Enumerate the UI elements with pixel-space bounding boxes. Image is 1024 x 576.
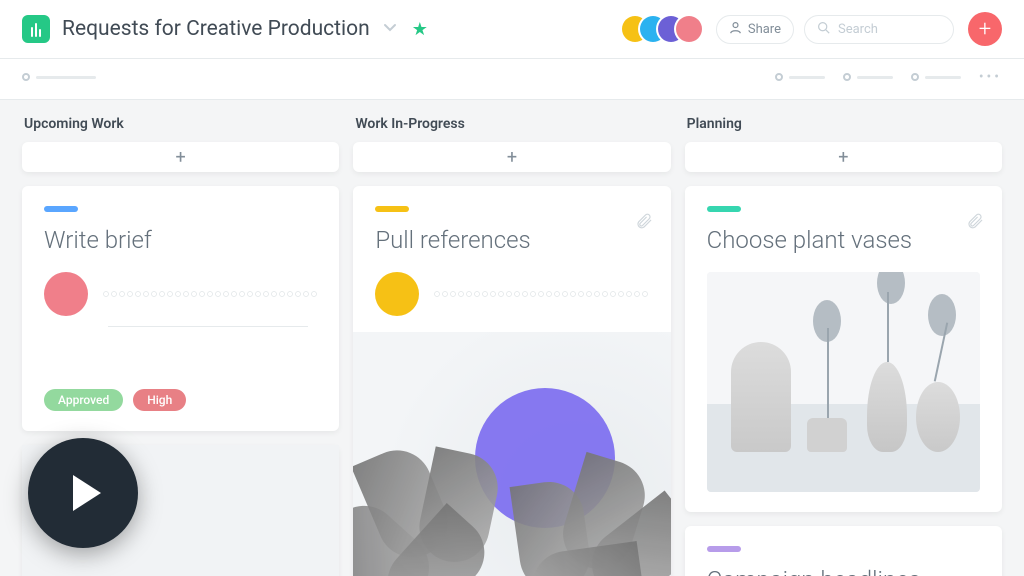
placeholder-line — [433, 291, 648, 297]
add-card-button[interactable]: + — [685, 142, 1002, 172]
add-card-button[interactable]: + — [353, 142, 670, 172]
collaborator-avatars[interactable] — [630, 16, 702, 42]
plus-icon: + — [507, 147, 517, 168]
column-title: Upcoming Work — [24, 116, 339, 132]
tag-approved[interactable]: Approved — [44, 389, 123, 411]
section-indicator[interactable] — [22, 73, 96, 81]
task-card[interactable]: Write brief Approved High — [22, 186, 339, 431]
more-icon[interactable]: ••• — [979, 69, 1002, 85]
accent-bar — [707, 546, 741, 552]
card-image — [353, 332, 670, 576]
card-image — [707, 272, 980, 492]
attachment-icon[interactable] — [635, 212, 653, 234]
card-title: Campaign headlines — [707, 566, 980, 576]
placeholder-line — [108, 326, 308, 327]
tag-high[interactable]: High — [133, 389, 186, 411]
avatar[interactable] — [375, 272, 419, 316]
play-icon — [73, 475, 101, 511]
placeholder-line — [102, 291, 317, 297]
avatar[interactable] — [676, 16, 702, 42]
card-title: Choose plant vases — [707, 226, 980, 254]
column-title: Work In-Progress — [355, 116, 670, 132]
card-title: Write brief — [44, 226, 317, 254]
accent-bar — [44, 206, 78, 212]
task-card[interactable]: Pull references — [353, 186, 670, 576]
app-header: Requests for Creative Production ★ Share… — [0, 0, 1024, 59]
task-card[interactable]: Choose plant vases — [685, 186, 1002, 512]
app-logo[interactable] — [22, 15, 50, 43]
add-card-button[interactable]: + — [22, 142, 339, 172]
section-indicator[interactable] — [911, 73, 961, 81]
section-indicator[interactable] — [843, 73, 893, 81]
play-video-button[interactable] — [28, 438, 138, 548]
board-title[interactable]: Requests for Creative Production — [62, 17, 370, 41]
accent-bar — [707, 206, 741, 212]
tag-row: Approved High — [44, 389, 317, 411]
column-work-in-progress: Work In-Progress + Pull references — [353, 116, 670, 576]
attachment-icon[interactable] — [966, 212, 984, 234]
task-card[interactable]: Campaign headlines — [685, 526, 1002, 576]
section-indicator[interactable] — [775, 73, 825, 81]
search-placeholder: Search — [838, 22, 878, 37]
share-label: Share — [748, 22, 781, 37]
search-input[interactable]: Search — [804, 15, 954, 44]
column-title: Planning — [687, 116, 1002, 132]
person-icon — [729, 21, 742, 38]
star-icon[interactable]: ★ — [412, 19, 428, 40]
search-icon — [817, 21, 830, 38]
board: Upcoming Work + Write brief Approved Hig… — [0, 100, 1024, 576]
chevron-down-icon[interactable] — [382, 19, 398, 39]
plus-icon: + — [979, 17, 991, 42]
plus-icon: + — [176, 147, 186, 168]
card-title: Pull references — [375, 226, 648, 254]
accent-bar — [375, 206, 409, 212]
sections-strip: ••• — [0, 59, 1024, 100]
column-planning: Planning + Choose plant vases Campaign h… — [685, 116, 1002, 576]
plus-icon: + — [838, 147, 848, 168]
share-button[interactable]: Share — [716, 15, 794, 44]
add-button[interactable]: + — [968, 12, 1002, 46]
avatar[interactable] — [44, 272, 88, 316]
